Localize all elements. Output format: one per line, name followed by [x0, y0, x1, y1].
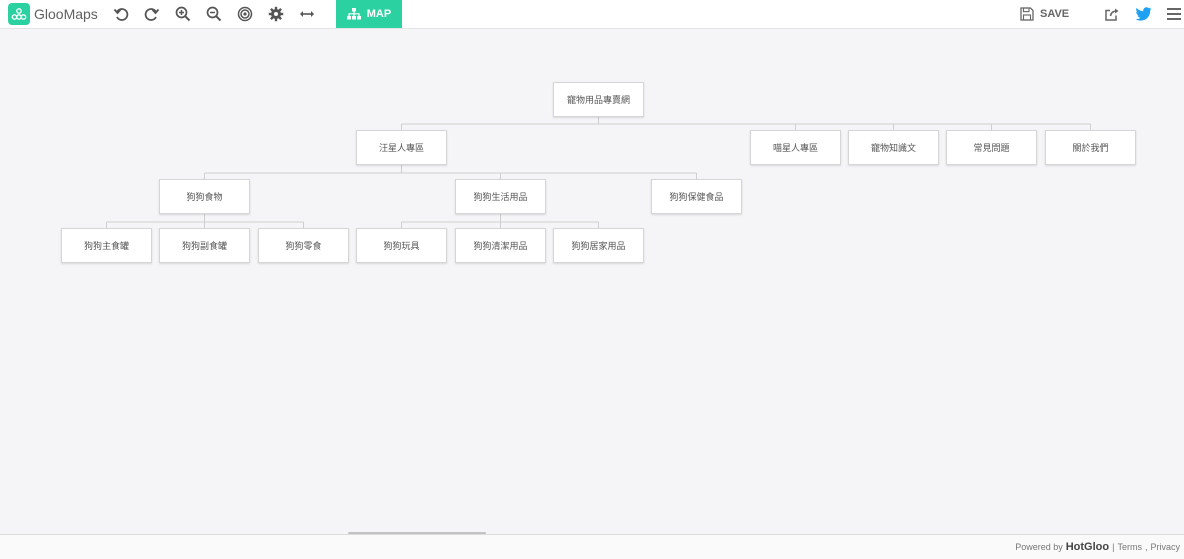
sitemap-node-faq[interactable]: 常見問題 [946, 130, 1037, 165]
zoom-out-button[interactable] [203, 3, 225, 25]
center-view-button[interactable] [234, 3, 256, 25]
sitemap-node-dog-toy[interactable]: 狗狗玩具 [356, 228, 447, 263]
undo-button[interactable] [110, 3, 132, 25]
sitemap-node-dog-zone[interactable]: 汪星人專區 [356, 130, 447, 165]
sitemap-node-dog-health-food[interactable]: 狗狗保健食品 [651, 179, 742, 214]
sitemap-node-about-us[interactable]: 關於我們 [1045, 130, 1136, 165]
terms-link[interactable]: Terms [1117, 542, 1142, 552]
sitemap-node-dog-supplies[interactable]: 狗狗生活用品 [455, 179, 546, 214]
privacy-link[interactable]: Privacy [1150, 542, 1180, 552]
sitemap-node-dog-food[interactable]: 狗狗食物 [159, 179, 250, 214]
zoom-in-icon [175, 6, 191, 22]
map-view-button[interactable]: MAP [336, 0, 402, 28]
target-icon [237, 6, 253, 22]
twitter-button[interactable] [1132, 3, 1154, 25]
twitter-icon [1135, 7, 1151, 21]
share-icon [1105, 8, 1119, 21]
save-label: SAVE [1040, 8, 1070, 20]
zoom-out-icon [206, 6, 222, 22]
map-label: MAP [366, 8, 392, 20]
sitemap-icon [346, 8, 361, 20]
settings-button[interactable] [265, 3, 287, 25]
sitemap-node-pet-knowledge[interactable]: 寵物知識文 [848, 130, 939, 165]
menu-button[interactable] [1163, 3, 1184, 25]
footer-separator: | [1112, 542, 1115, 552]
sitemap-node-dog-home[interactable]: 狗狗居家用品 [553, 228, 644, 263]
floppy-disk-icon [1020, 7, 1034, 21]
footer-comma: , [1144, 542, 1148, 552]
sitemap-node-root[interactable]: 寵物用品專賣網 [553, 82, 644, 117]
sitemap-node-dog-main-can[interactable]: 狗狗主食罐 [61, 228, 152, 263]
gloomaps-logo-icon [8, 3, 30, 25]
expand-horizontal-icon [300, 11, 314, 17]
redo-icon [144, 8, 160, 21]
sitemap-node-dog-snack[interactable]: 狗狗零食 [258, 228, 349, 263]
expand-button[interactable] [296, 3, 318, 25]
sitemap-node-dog-side-can[interactable]: 狗狗副食罐 [159, 228, 250, 263]
gear-icon [268, 6, 284, 22]
powered-by-text: Powered by [1015, 542, 1063, 552]
hotgloo-brand: HotGloo [1065, 541, 1110, 553]
hamburger-menu-icon [1167, 8, 1181, 20]
footer-bar: Powered by HotGloo | Terms , Privacy [0, 534, 1184, 559]
undo-icon [113, 8, 129, 21]
footer-credits: Powered by HotGloo | Terms , Privacy [1015, 541, 1180, 553]
app-logo[interactable]: GlooMaps [8, 2, 98, 26]
zoom-in-button[interactable] [172, 3, 194, 25]
top-toolbar: GlooMaps MAP SAVE [0, 0, 1184, 29]
app-name: GlooMaps [34, 6, 98, 22]
redo-button[interactable] [141, 3, 163, 25]
sitemap-node-dog-cleaning[interactable]: 狗狗清潔用品 [455, 228, 546, 263]
sitemap-node-cat-zone[interactable]: 喵星人專區 [750, 130, 841, 165]
save-button[interactable]: SAVE [1020, 5, 1069, 23]
sitemap-canvas[interactable]: 寵物用品專賣網 汪星人專區 喵星人專區 寵物知識文 常見問題 關於我們 狗狗食物… [0, 29, 1184, 534]
share-button[interactable] [1101, 3, 1123, 25]
